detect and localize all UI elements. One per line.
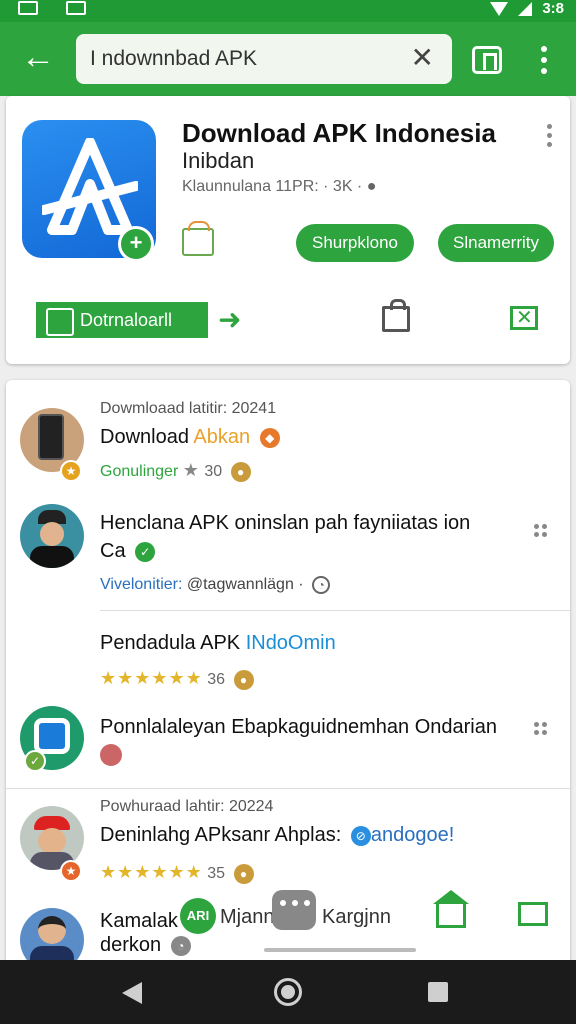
divider xyxy=(6,788,570,789)
item-title: Henclana APK oninslan pah fayniiatas ion xyxy=(100,512,471,534)
app-toolbar: ← ✕ xyxy=(0,22,576,96)
search-box[interactable]: ✕ xyxy=(76,34,452,84)
item-title-line2: Ca ✓ xyxy=(100,540,156,563)
nav-home-icon[interactable] xyxy=(274,978,302,1006)
check-badge-icon: ✓ xyxy=(24,750,46,772)
star-badge-icon: ★ xyxy=(60,460,82,482)
action-label[interactable]: Kargjnn xyxy=(322,906,391,929)
list-item[interactable]: ✓ Ponnlalaleyan Ebapkaguidnemhan Ondaria… xyxy=(6,702,570,792)
item-rating: ★★★★★★ 36 ● xyxy=(100,668,254,690)
notification-image-icon xyxy=(18,1,38,15)
chat-bot-icon[interactable] xyxy=(272,890,316,930)
share-arrow-icon[interactable]: ➜ xyxy=(218,302,241,338)
list-item[interactable]: Henclana APK oninslan pah fayniiatas ion… xyxy=(6,490,570,610)
gesture-handle[interactable] xyxy=(264,948,416,952)
tag-pill[interactable]: Slnamerrity xyxy=(438,224,554,262)
status-bar: 3:8 xyxy=(0,0,576,22)
list-item[interactable]: ★ Dowmloaad latitir: 20241 Download Abka… xyxy=(6,380,570,490)
item-title: Pendadula APK INdoOmin xyxy=(100,632,336,654)
download-button[interactable]: Dotrnaloarll xyxy=(36,302,208,338)
app-title: Download APK Indonesia xyxy=(182,118,496,148)
status-notifications xyxy=(18,1,86,15)
item-menu-icon[interactable] xyxy=(534,722,548,736)
status-time: 3:8 xyxy=(542,0,564,17)
item-title: Download Abkan ◆ xyxy=(100,426,280,449)
tabs-icon[interactable] xyxy=(472,46,502,74)
notification-app-icon xyxy=(66,1,86,15)
mail-icon[interactable] xyxy=(510,305,538,330)
item-meta: Vivelonitier: @tagwannlägn · ◔ xyxy=(100,576,331,594)
badge-icon: ● xyxy=(233,669,254,690)
clock-icon: ◔ xyxy=(312,576,331,594)
app-logo-icon xyxy=(42,138,138,235)
signal-icon xyxy=(518,1,533,16)
search-input[interactable] xyxy=(90,46,390,72)
fire-icon: ◆ xyxy=(259,427,280,448)
divider xyxy=(100,610,570,611)
item-title: Ponnlalaleyan Ebapkaguidnemhan Ondarian xyxy=(100,716,497,738)
back-arrow-icon[interactable]: ← xyxy=(18,38,58,78)
stars-icon: ★★★★★★ xyxy=(100,862,203,882)
item-title: Deninlahg APksanr Ahplas: ⊘ andogoe! xyxy=(100,824,455,846)
app-badge[interactable]: ARI xyxy=(180,898,216,934)
small-avatar xyxy=(100,744,122,766)
item-menu-icon[interactable] xyxy=(534,524,548,538)
check-icon: ✓ xyxy=(135,541,156,562)
action-label[interactable]: Mjann xyxy=(220,906,274,929)
star-badge-icon: ★ xyxy=(60,860,82,882)
app-detail-card: + Download APK Indonesia Inibdan Klaunnu… xyxy=(6,96,570,364)
list-item[interactable]: Pendadula APK INdoOmin ★★★★★★ 36 ● xyxy=(6,612,570,702)
badge-icon: ● xyxy=(230,461,251,482)
install-badge-icon: + xyxy=(118,226,154,262)
link-icon: ⊘ xyxy=(350,825,371,846)
app-meta: Klaunnulana 11PR: · 3K · ● xyxy=(182,178,377,195)
system-nav-bar xyxy=(0,960,576,1024)
app-developer: Inibdan xyxy=(182,148,255,173)
star-icon: ★ xyxy=(182,460,200,480)
item-meta: Gonulinger ★ 30 ● xyxy=(100,460,251,482)
shopping-bag-icon[interactable] xyxy=(382,299,410,332)
wifi-icon xyxy=(490,1,509,16)
nav-recents-icon[interactable] xyxy=(428,982,448,1002)
close-icon[interactable]: ✕ xyxy=(411,43,434,73)
more-vert-icon[interactable] xyxy=(532,44,556,76)
card-more-icon[interactable] xyxy=(544,124,554,148)
avatar xyxy=(20,504,84,568)
tag-pill[interactable]: Shurpklono xyxy=(296,224,414,262)
home-icon[interactable] xyxy=(433,890,469,928)
gift-icon xyxy=(182,221,214,256)
stars-icon: ★★★★★★ xyxy=(100,668,203,688)
nav-back-icon[interactable] xyxy=(122,982,142,1004)
item-label: Powhuraad lahtir: 20224 xyxy=(100,798,274,815)
item-label: Dowmloaad latitir: 20241 xyxy=(100,400,277,417)
status-indicators: 3:8 xyxy=(490,0,564,17)
mail-icon[interactable] xyxy=(518,902,548,926)
